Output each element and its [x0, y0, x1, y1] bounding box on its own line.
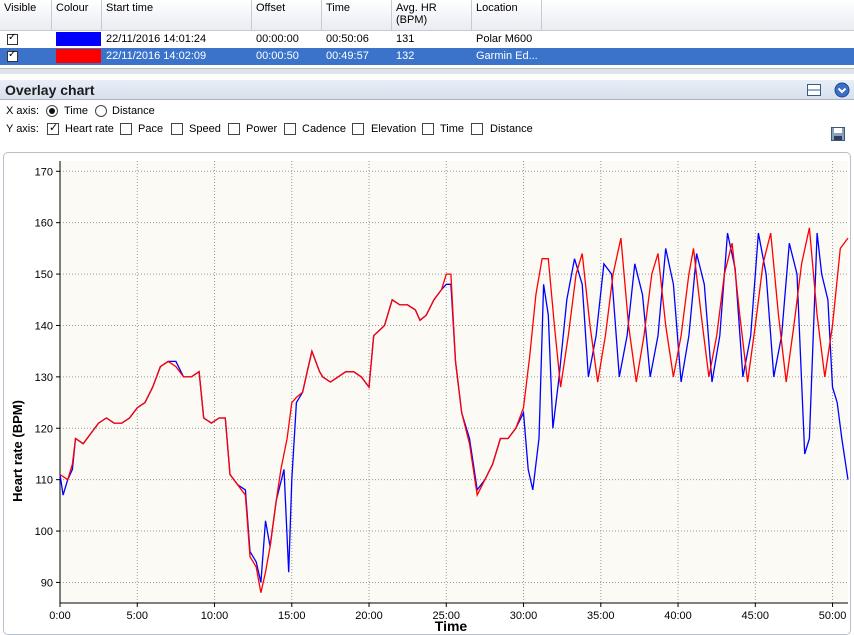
y-distance-checkbox[interactable]: [471, 123, 483, 135]
col-time[interactable]: Time: [322, 0, 392, 31]
x-tick-label: 40:00: [664, 610, 692, 622]
y-tick-label: 150: [35, 269, 53, 281]
y-tick-label: 130: [35, 372, 53, 384]
x-tick-label: 35:00: [587, 610, 615, 622]
y-tick-label: 110: [35, 475, 53, 487]
y-pace-checkbox[interactable]: [120, 123, 132, 135]
x-tick-label: 0:00: [49, 610, 70, 622]
x-tick-label: 30:00: [510, 610, 538, 622]
y-power-label[interactable]: Power: [246, 122, 277, 136]
time-cell: 00:50:06: [326, 33, 369, 45]
tracks-grid: Visible Colour Start time Offset Time Av…: [0, 0, 854, 66]
col-visible[interactable]: Visible: [0, 0, 52, 31]
x-axis-distance-label[interactable]: Distance: [112, 104, 155, 118]
y-cadence-label[interactable]: Cadence: [302, 122, 346, 136]
y-heart-rate-checkbox[interactable]: [47, 121, 59, 135]
y-axis-label: Y axis:: [6, 123, 39, 135]
col-start-time[interactable]: Start time: [102, 0, 252, 31]
y-power-checkbox[interactable]: [228, 123, 240, 135]
splitter[interactable]: [0, 68, 854, 74]
location-cell: Polar M600: [476, 33, 533, 45]
y-tick-label: 120: [35, 423, 53, 435]
start-time-cell: 22/11/2016 14:01:24: [106, 33, 207, 45]
x-axis-label: X axis:: [6, 105, 40, 117]
axis-options: X axis: Time Distance Y axis: Heart rate…: [0, 101, 854, 151]
visible-checkbox[interactable]: [7, 32, 18, 45]
time-cell: 00:49:57: [326, 50, 369, 62]
visible-checkbox[interactable]: [7, 49, 18, 62]
y-distance-label[interactable]: Distance: [490, 122, 533, 136]
chevron-down-icon[interactable]: [834, 82, 850, 98]
x-tick-label: 20:00: [355, 610, 383, 622]
location-cell: Garmin Ed...: [476, 50, 538, 62]
y-axis-title: Heart rate (BPM): [10, 400, 25, 502]
x-axis-time-label[interactable]: Time: [64, 104, 88, 118]
col-avg-hr[interactable]: Avg. HR (BPM): [392, 0, 472, 31]
col-location[interactable]: Location: [472, 0, 542, 31]
y-tick-label: 160: [35, 218, 53, 230]
offset-cell[interactable]: 00:00:00: [252, 31, 299, 48]
avg-hr-cell: 131: [396, 33, 415, 45]
x-tick-label: 5:00: [127, 610, 148, 622]
x-tick-label: 15:00: [278, 610, 306, 622]
save-icon[interactable]: [830, 126, 846, 142]
y-tick-label: 90: [41, 577, 53, 589]
y-tick-label: 170: [35, 166, 53, 178]
heart-rate-chart[interactable]: 90 100 110 120 130 140 150 160 170 0:00 5:00 10:00 1…: [4, 153, 850, 634]
chart-area: 90 100 110 120 130 140 150 160 170 0:00 5:00 10:00 1…: [3, 152, 851, 635]
y-tick-label: 100: [35, 526, 53, 538]
overlay-chart-header: Overlay chart: [0, 80, 854, 100]
avg-hr-cell: 132: [396, 50, 415, 62]
y-heart-rate-label[interactable]: Heart rate: [65, 122, 114, 136]
col-colour[interactable]: Colour: [52, 0, 102, 31]
table-row-selected[interactable]: 22/11/2016 14:02:09 00:00:50 00:49:57 13…: [0, 48, 854, 65]
x-tick-label: 50:00: [819, 610, 847, 622]
y-elevation-label[interactable]: Elevation: [371, 122, 416, 136]
layout-icon[interactable]: [806, 82, 822, 98]
grid-header: Visible Colour Start time Offset Time Av…: [0, 0, 854, 31]
y-time-checkbox[interactable]: [422, 123, 434, 135]
y-cadence-checkbox[interactable]: [284, 123, 296, 135]
x-axis-time-radio[interactable]: [46, 105, 58, 117]
offset-cell[interactable]: 00:00:50: [252, 48, 299, 65]
x-axis-distance-radio[interactable]: [95, 105, 107, 117]
y-speed-checkbox[interactable]: [171, 123, 183, 135]
y-pace-label[interactable]: Pace: [138, 122, 163, 136]
y-elevation-checkbox[interactable]: [352, 123, 364, 135]
colour-swatch[interactable]: [56, 49, 101, 63]
start-time-cell: 22/11/2016 14:02:09: [106, 50, 207, 62]
colour-swatch[interactable]: [56, 32, 101, 46]
y-speed-label[interactable]: Speed: [189, 122, 221, 136]
table-row[interactable]: 22/11/2016 14:01:24 00:00:00 00:50:06 13…: [0, 31, 854, 48]
plot-background: [60, 161, 848, 603]
x-axis-title: Time: [435, 618, 468, 634]
y-tick-label: 140: [35, 320, 53, 332]
col-offset[interactable]: Offset: [252, 0, 322, 31]
x-tick-label: 10:00: [201, 610, 229, 622]
y-time-label[interactable]: Time: [440, 122, 464, 136]
panel-title: Overlay chart: [5, 82, 95, 98]
x-tick-label: 45:00: [742, 610, 770, 622]
